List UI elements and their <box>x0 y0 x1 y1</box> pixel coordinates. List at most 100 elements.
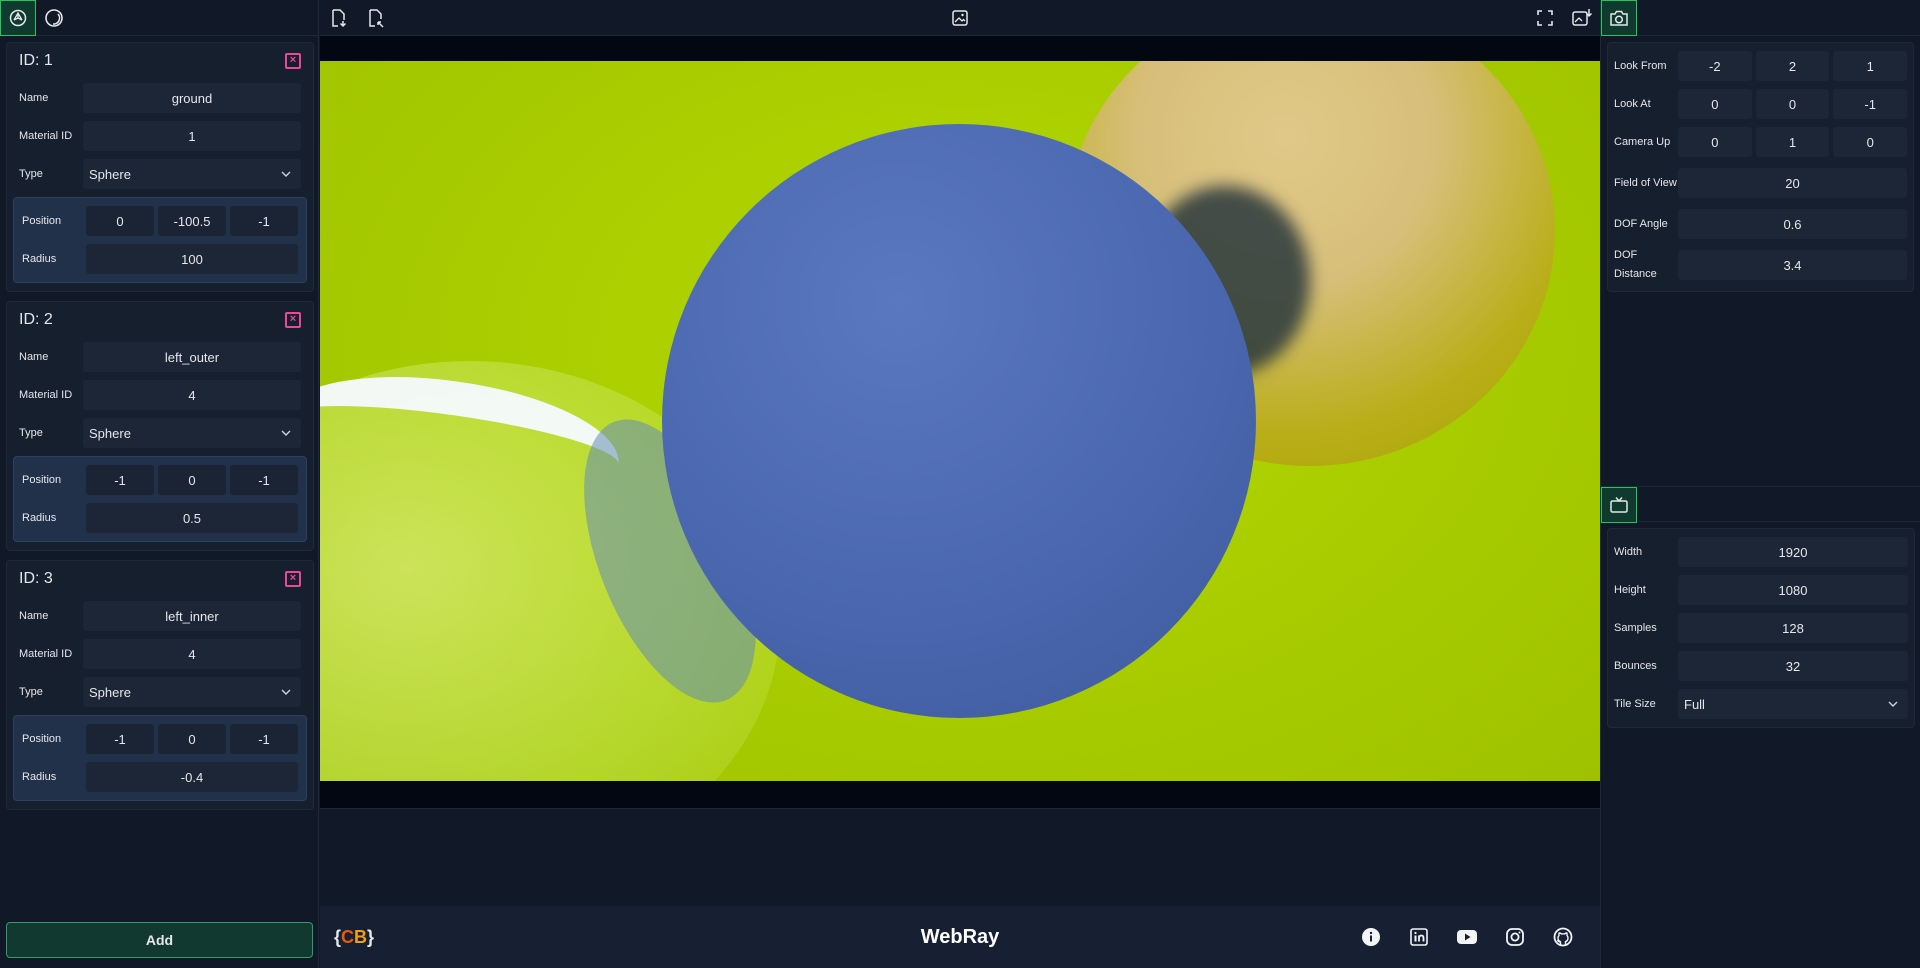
download-image-button[interactable] <box>1564 0 1600 36</box>
tv-icon <box>1610 497 1628 513</box>
radius-input[interactable]: -0.4 <box>86 762 298 792</box>
fov-label: Field of View <box>1614 176 1677 189</box>
position-z-input[interactable]: -1 <box>230 724 298 754</box>
position-z-input[interactable]: -1 <box>230 465 298 495</box>
social-links <box>1358 924 1576 950</box>
instagram-link[interactable] <box>1502 924 1528 950</box>
look-from-x-input[interactable]: -2 <box>1678 51 1752 81</box>
bounces-input[interactable]: 32 <box>1678 651 1908 681</box>
position-label: Position <box>22 215 62 227</box>
camera-up-x-input[interactable]: 0 <box>1678 127 1752 157</box>
transform-group: Position -1 0 -1 Radius 0.5 <box>13 456 307 542</box>
scene-sidebar: ID: 1 × Name ground Material ID 1 Type Sphe… <box>0 0 319 968</box>
material-id-label: Material ID <box>19 648 73 660</box>
width-input[interactable]: 1920 <box>1678 537 1908 567</box>
name-input[interactable]: left_inner <box>83 601 301 631</box>
radius-input[interactable]: 100 <box>86 244 298 274</box>
type-select[interactable]: Sphere <box>83 418 301 448</box>
material-tab[interactable] <box>36 0 72 36</box>
scene-icon <box>9 9 27 27</box>
height-label: Height <box>1614 583 1646 596</box>
tile-size-select[interactable]: Full <box>1678 689 1908 719</box>
tile-size-label: Tile Size <box>1614 697 1656 710</box>
chevron-down-icon <box>281 171 291 177</box>
fullscreen-button[interactable] <box>1527 0 1563 36</box>
camera-up-label: Camera Up <box>1614 135 1671 148</box>
radius-label: Radius <box>22 771 57 783</box>
look-from-y-input[interactable]: 2 <box>1755 51 1830 81</box>
position-x-input[interactable]: 0 <box>86 206 154 236</box>
radius-input[interactable]: 0.5 <box>86 503 298 533</box>
dof-angle-input[interactable]: 0.6 <box>1678 209 1907 239</box>
dof-angle-label: DOF Angle <box>1614 217 1668 230</box>
position-z-input[interactable]: -1 <box>230 206 298 236</box>
position-y-input[interactable]: 0 <box>158 724 226 754</box>
export-scene-button[interactable] <box>357 0 393 36</box>
look-from-label: Look From <box>1614 59 1667 72</box>
add-object-button[interactable]: Add <box>6 922 313 958</box>
delete-icon[interactable]: × <box>285 53 301 69</box>
render-image-button[interactable] <box>942 0 978 36</box>
material-id-label: Material ID <box>19 130 73 142</box>
look-at-y-input[interactable]: 0 <box>1755 89 1830 119</box>
material-icon <box>45 9 63 27</box>
settings-panel: Look From -2 2 1 Look At 0 0 -1 Camera Up 01… <box>1600 0 1920 968</box>
delete-icon[interactable]: × <box>285 312 301 328</box>
youtube-link[interactable] <box>1454 924 1480 950</box>
rendered-scene-image <box>320 61 1600 781</box>
camera-up-z-input[interactable]: 0 <box>1833 127 1908 157</box>
dof-distance-input[interactable]: 3.4 <box>1678 250 1907 280</box>
type-select[interactable]: Sphere <box>83 159 301 189</box>
render-tabbar <box>1601 486 1920 523</box>
name-input[interactable]: ground <box>83 83 301 113</box>
object-card: ID: 2 × Name left_outer Material ID 4 Type… <box>6 301 314 551</box>
radius-label: Radius <box>22 253 57 265</box>
camera-tab[interactable] <box>1601 0 1637 36</box>
camera-up-y-input[interactable]: 1 <box>1755 127 1830 157</box>
material-id-input[interactable]: 1 <box>83 121 301 151</box>
linkedin-icon <box>1410 928 1428 946</box>
name-label: Name <box>19 351 49 363</box>
tile-size-value: Full <box>1684 696 1705 712</box>
look-from-z-input[interactable]: 1 <box>1833 51 1908 81</box>
type-select[interactable]: Sphere <box>83 677 301 707</box>
type-value: Sphere <box>89 166 131 182</box>
position-x-input[interactable]: -1 <box>86 724 154 754</box>
material-id-input[interactable]: 4 <box>83 639 301 669</box>
type-value: Sphere <box>89 684 131 700</box>
samples-input[interactable]: 128 <box>1678 613 1908 643</box>
render-settings-tab[interactable] <box>1601 487 1637 523</box>
name-label: Name <box>19 610 49 622</box>
width-label: Width <box>1614 545 1643 558</box>
delete-icon[interactable]: × <box>285 571 301 587</box>
type-value: Sphere <box>89 425 131 441</box>
info-link[interactable] <box>1358 924 1384 950</box>
position-x-input[interactable]: -1 <box>86 465 154 495</box>
file-export-icon <box>369 9 384 28</box>
fullscreen-icon <box>1537 10 1553 26</box>
scene-tab[interactable] <box>0 0 36 36</box>
material-id-input[interactable]: 4 <box>83 380 301 410</box>
github-link[interactable] <box>1550 924 1576 950</box>
transform-group: Position -1 0 -1 Radius -0.4 <box>13 715 307 801</box>
position-y-input[interactable]: 0 <box>158 465 226 495</box>
linkedin-link[interactable] <box>1406 924 1432 950</box>
dof-distance-label: DOF Distance <box>1614 249 1657 280</box>
fov-input[interactable]: 20 <box>1678 168 1907 198</box>
brand-logo[interactable]: {CB} <box>334 927 374 948</box>
look-at-z-input[interactable]: -1 <box>1833 89 1908 119</box>
render-viewport[interactable] <box>320 36 1600 808</box>
position-y-input[interactable]: -100.5 <box>158 206 226 236</box>
material-id-label: Material ID <box>19 389 73 401</box>
look-at-x-input[interactable]: 0 <box>1678 89 1752 119</box>
status-area <box>320 808 1600 906</box>
github-icon <box>1553 927 1573 947</box>
radius-label: Radius <box>22 512 57 524</box>
bounces-label: Bounces <box>1614 659 1657 672</box>
name-input[interactable]: left_outer <box>83 342 301 372</box>
youtube-icon <box>1457 930 1477 944</box>
type-label: Type <box>19 427 43 439</box>
import-scene-button[interactable] <box>320 0 356 36</box>
instagram-icon <box>1506 928 1524 946</box>
height-input[interactable]: 1080 <box>1678 575 1908 605</box>
